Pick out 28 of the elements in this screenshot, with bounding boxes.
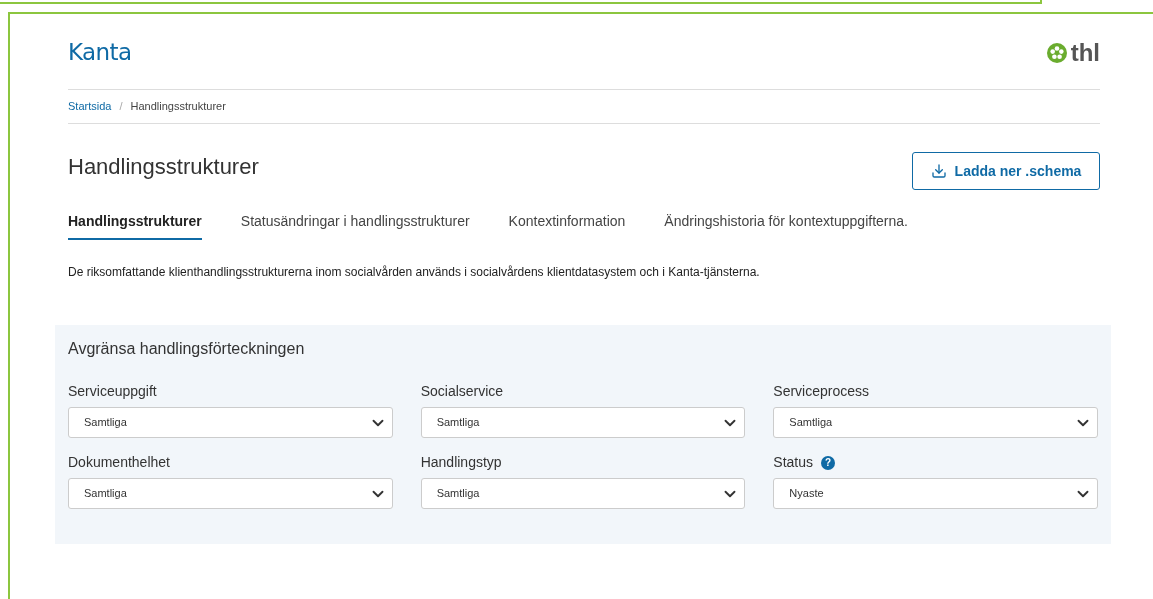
page-title: Handlingsstrukturer [68, 153, 259, 181]
select-field[interactable]: Samtliga [68, 478, 393, 509]
select-field[interactable]: Samtliga [773, 407, 1098, 438]
breadcrumb-separator: / [119, 99, 123, 115]
download-button[interactable]: Ladda ner .schema [912, 152, 1100, 190]
select-field[interactable]: Samtliga [420, 407, 746, 438]
filter-label: Handlingstyp [420, 453, 502, 472]
tab[interactable]: Handlingsstrukturer [68, 211, 202, 240]
download-icon [930, 163, 947, 179]
filter-label: Status [773, 453, 814, 472]
filter-label: Dokumenthelhet [68, 453, 170, 472]
flower-icon [1046, 42, 1067, 63]
tab[interactable]: Statusändringar i handlingsstrukturer [240, 211, 470, 240]
breadcrumb-current: Handlingsstrukturer [130, 99, 226, 115]
select-field[interactable]: Samtliga [420, 478, 746, 509]
tab[interactable]: Kontextinformation [508, 211, 626, 240]
kanta-logo[interactable]: Kanta [68, 35, 132, 70]
select-field[interactable]: Samtliga [68, 407, 393, 438]
breadcrumb-link[interactable]: Startsida [68, 98, 112, 115]
filter-label: Socialservice [420, 382, 504, 401]
help-icon[interactable]: ? [821, 455, 836, 470]
filter-label: Serviceprocess [773, 382, 870, 401]
tab[interactable]: Ändringshistoria för kontextuppgifterna. [664, 211, 908, 240]
thl-logo[interactable]: thl [1070, 40, 1100, 65]
select-field[interactable]: Nyaste [773, 478, 1098, 509]
description-text: De riksomfattande klienthandlingsstrukturerna inom socialvården används i socialvårdens klientdatasystem och i Kanta-tjänsterna. [68, 264, 761, 281]
filter-panel-title: Avgränsa handlingsförteckningen [68, 339, 306, 359]
filter-label: Serviceuppgift [68, 382, 157, 401]
